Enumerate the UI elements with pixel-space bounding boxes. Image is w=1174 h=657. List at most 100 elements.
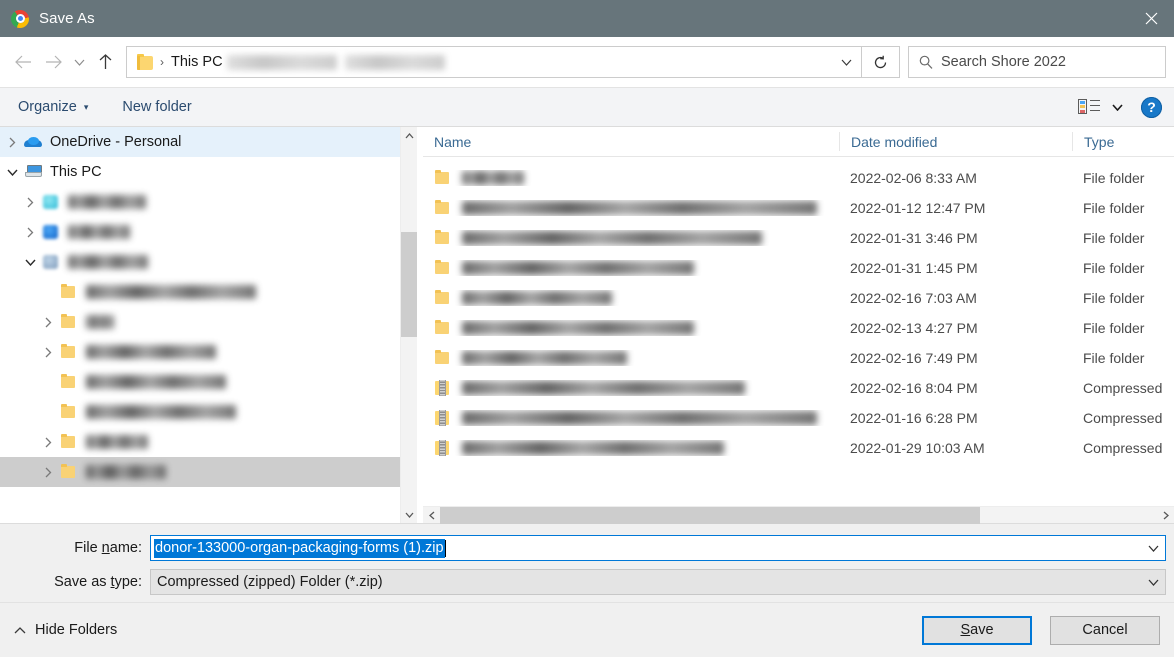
forward-button[interactable]	[38, 47, 68, 77]
hide-folders-button[interactable]: Hide Folders	[14, 622, 117, 638]
sidebar-item[interactable]	[0, 427, 417, 457]
sidebar-item[interactable]: This PC	[0, 157, 417, 187]
table-row[interactable]: 2022-01-31 3:46 PMFile folder	[423, 223, 1174, 253]
sidebar-scroll-track[interactable]	[401, 144, 418, 506]
table-row[interactable]: 2022-01-31 1:45 PMFile folder	[423, 253, 1174, 283]
folder-icon	[60, 344, 78, 360]
tree-expander-icon[interactable]	[36, 437, 60, 448]
sidebar-scrollbar[interactable]	[400, 127, 417, 523]
sidebar-item-label	[86, 465, 166, 479]
search-input[interactable]: Search Shore 2022	[941, 54, 1066, 70]
table-row[interactable]: 2022-02-16 8:04 PMCompressed	[423, 373, 1174, 403]
tree-expander-icon[interactable]	[36, 317, 60, 328]
breadcrumb-segment-redacted[interactable]	[345, 55, 445, 70]
tree-expander-icon[interactable]	[36, 467, 60, 478]
table-row[interactable]: 2022-02-16 7:49 PMFile folder	[423, 343, 1174, 373]
file-name-cell[interactable]	[423, 230, 839, 246]
file-name-label: File name:	[0, 540, 150, 556]
title-bar: Save As	[0, 0, 1174, 37]
tree-expander-icon[interactable]	[18, 197, 42, 208]
table-row[interactable]: 2022-02-16 7:03 AMFile folder	[423, 283, 1174, 313]
table-row[interactable]: 2022-01-12 12:47 PMFile folder	[423, 193, 1174, 223]
file-name-cell[interactable]	[423, 170, 839, 186]
sidebar-item[interactable]	[0, 187, 417, 217]
type-cell: File folder	[1072, 350, 1174, 366]
file-name-cell[interactable]	[423, 200, 839, 216]
table-row[interactable]: 2022-02-06 8:33 AMFile folder	[423, 163, 1174, 193]
sidebar-item[interactable]	[0, 307, 417, 337]
cancel-button[interactable]: Cancel	[1050, 616, 1160, 645]
tree-expander-icon[interactable]	[18, 227, 42, 238]
new-folder-button[interactable]: New folder	[116, 94, 197, 120]
breadcrumb-segment-redacted[interactable]	[227, 55, 337, 70]
sidebar-item[interactable]	[0, 367, 417, 397]
sidebar-item[interactable]	[0, 397, 417, 427]
folder-icon	[434, 320, 451, 336]
table-row[interactable]: 2022-01-16 6:28 PMCompressed	[423, 403, 1174, 433]
tree-expander-icon[interactable]	[0, 169, 24, 176]
file-list-hscrollbar[interactable]	[423, 506, 1174, 523]
table-row[interactable]: 2022-01-29 10:03 AMCompressed	[423, 433, 1174, 463]
type-cell: Compressed	[1072, 410, 1174, 426]
search-box[interactable]: Search Shore 2022	[908, 46, 1166, 78]
breadcrumb-separator: ›	[160, 55, 164, 69]
file-name-cell[interactable]	[423, 380, 839, 396]
up-button[interactable]	[90, 47, 120, 77]
hscroll-track[interactable]	[440, 507, 1157, 524]
sidebar-scroll-thumb[interactable]	[401, 232, 418, 337]
organize-button[interactable]: Organize ▾	[12, 94, 94, 120]
folder-icon	[60, 314, 78, 330]
address-bar[interactable]: › This PC	[126, 46, 862, 78]
type-cell: File folder	[1072, 170, 1174, 186]
file-name-cell[interactable]	[423, 290, 839, 306]
column-header-date-modified[interactable]: Date modified	[839, 132, 1072, 151]
address-dropdown-icon[interactable]	[831, 47, 861, 77]
file-name-value[interactable]: donor-133000-organ-packaging-forms (1).z…	[154, 539, 445, 558]
file-name-cell[interactable]	[423, 260, 839, 276]
view-layout-icon[interactable]	[1078, 99, 1100, 116]
breadcrumb-root[interactable]: This PC	[171, 54, 223, 70]
file-name-label-post: ame:	[110, 540, 142, 556]
file-list-header: Name Date modified Type	[423, 127, 1174, 157]
hscroll-thumb[interactable]	[440, 507, 980, 524]
file-name-label-pre: File	[74, 540, 101, 556]
file-name-cell[interactable]	[423, 440, 839, 456]
save-as-type-select[interactable]: Compressed (zipped) Folder (*.zip)	[150, 569, 1166, 595]
sidebar-item[interactable]	[0, 457, 417, 487]
back-button[interactable]	[8, 47, 38, 77]
save-as-type-dropdown-icon[interactable]	[1141, 570, 1165, 594]
scroll-up-icon[interactable]	[401, 127, 418, 144]
tree-expander-icon[interactable]	[0, 137, 24, 148]
refresh-button[interactable]	[862, 46, 900, 78]
chrome-icon	[11, 10, 29, 28]
scroll-right-icon[interactable]	[1157, 507, 1174, 524]
type-cell: File folder	[1072, 200, 1174, 216]
file-name-input[interactable]: donor-133000-organ-packaging-forms (1).z…	[150, 535, 1166, 561]
file-name-row: File name: donor-133000-organ-packaging-…	[0, 534, 1174, 562]
table-row[interactable]: 2022-02-13 4:27 PMFile folder	[423, 313, 1174, 343]
view-dropdown-icon[interactable]	[1112, 104, 1123, 111]
text-caret	[445, 540, 446, 557]
scroll-left-icon[interactable]	[423, 507, 440, 524]
new-folder-label: New folder	[122, 99, 191, 115]
sidebar-item[interactable]	[0, 277, 417, 307]
sidebar-item[interactable]	[0, 247, 417, 277]
file-name-dropdown-icon[interactable]	[1141, 536, 1165, 560]
file-name-cell[interactable]	[423, 410, 839, 426]
recent-locations-button[interactable]	[68, 47, 90, 77]
close-button[interactable]	[1128, 0, 1174, 37]
help-button[interactable]: ?	[1141, 97, 1162, 118]
save-button[interactable]: Save	[922, 616, 1032, 645]
sidebar-item[interactable]	[0, 217, 417, 247]
sidebar-item[interactable]	[0, 337, 417, 367]
sidebar-item-label	[86, 375, 226, 389]
file-name-cell[interactable]	[423, 350, 839, 366]
column-header-type[interactable]: Type	[1072, 132, 1174, 151]
file-name-cell[interactable]	[423, 320, 839, 336]
sidebar-item[interactable]: OneDrive - Personal	[0, 127, 417, 157]
date-modified-cell: 2022-01-31 3:46 PM	[839, 230, 1072, 246]
column-header-name[interactable]: Name	[423, 132, 839, 151]
tree-expander-icon[interactable]	[18, 259, 42, 266]
scroll-down-icon[interactable]	[401, 506, 418, 523]
tree-expander-icon[interactable]	[36, 347, 60, 358]
